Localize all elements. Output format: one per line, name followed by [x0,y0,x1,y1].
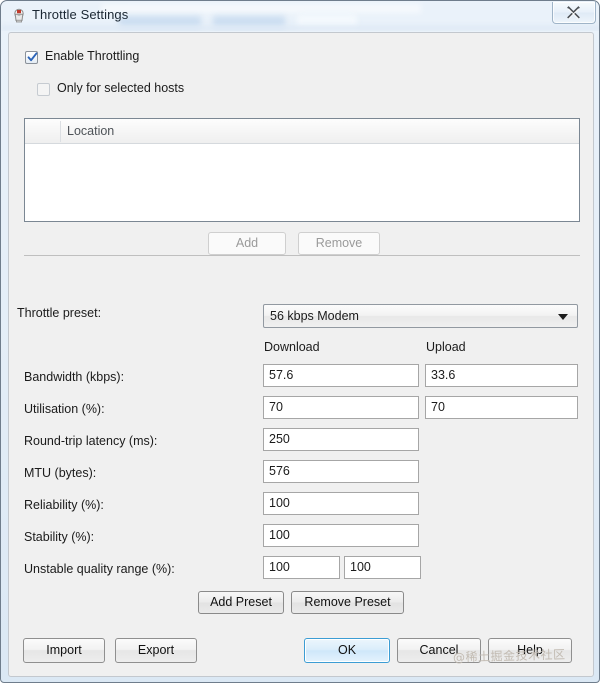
remove-host-button[interactable]: Remove [298,232,380,255]
checkbox-box [37,83,50,96]
only-selected-hosts-label: Only for selected hosts [57,81,184,95]
title-bar[interactable]: Throttle Settings [1,1,600,31]
bandwidth-download-input[interactable]: 57.6 [263,364,419,387]
close-icon [567,6,583,20]
round-trip-latency-label: Round-trip latency (ms): [24,434,157,448]
cancel-button[interactable]: Cancel [397,638,481,663]
unstable-quality-range-label: Unstable quality range (%): [24,562,175,576]
unstable-quality-range-min-input[interactable]: 100 [263,556,340,579]
table-body[interactable] [25,144,579,221]
utilisation-label: Utilisation (%): [24,402,105,416]
reliability-label: Reliability (%): [24,498,104,512]
export-button[interactable]: Export [115,638,197,663]
throttle-preset-label: Throttle preset: [17,306,101,320]
checkmark-icon [27,52,38,63]
remove-preset-button[interactable]: Remove Preset [291,591,404,614]
throttle-preset-dropdown[interactable]: 56 kbps Modem [263,304,578,328]
round-trip-latency-input[interactable]: 250 [263,428,419,451]
throttle-preset-value: 56 kbps Modem [270,309,359,323]
import-button[interactable]: Import [23,638,105,663]
stability-label: Stability (%): [24,530,94,544]
bandwidth-upload-input[interactable]: 33.6 [425,364,578,387]
dialog-panel: Enable Throttling Only for selected host… [8,32,594,677]
column-header-location: Location [67,124,114,138]
checkbox-box [25,51,38,64]
reliability-input[interactable]: 100 [263,492,419,515]
section-divider [24,255,580,256]
add-host-button[interactable]: Add [208,232,286,255]
utilisation-download-input[interactable]: 70 [263,396,419,419]
mtu-input[interactable]: 576 [263,460,419,483]
enable-throttling-label: Enable Throttling [45,49,139,63]
help-button[interactable]: Help [488,638,572,663]
download-column-header: Download [264,340,320,354]
hosts-table[interactable]: Location [24,118,580,222]
ok-button[interactable]: OK [304,638,390,663]
throttle-settings-window: Throttle Settings Enable [0,0,600,683]
unstable-quality-range-max-input[interactable]: 100 [344,556,421,579]
stability-input[interactable]: 100 [263,524,419,547]
window-title: Throttle Settings [32,7,128,22]
add-preset-button[interactable]: Add Preset [198,591,284,614]
app-icon [11,8,27,24]
bandwidth-label: Bandwidth (kbps): [24,370,124,384]
mtu-label: MTU (bytes): [24,466,96,480]
chevron-down-icon [558,314,568,320]
upload-column-header: Upload [426,340,466,354]
close-button[interactable] [552,2,596,24]
table-header: Location [25,119,579,144]
utilisation-upload-input[interactable]: 70 [425,396,578,419]
